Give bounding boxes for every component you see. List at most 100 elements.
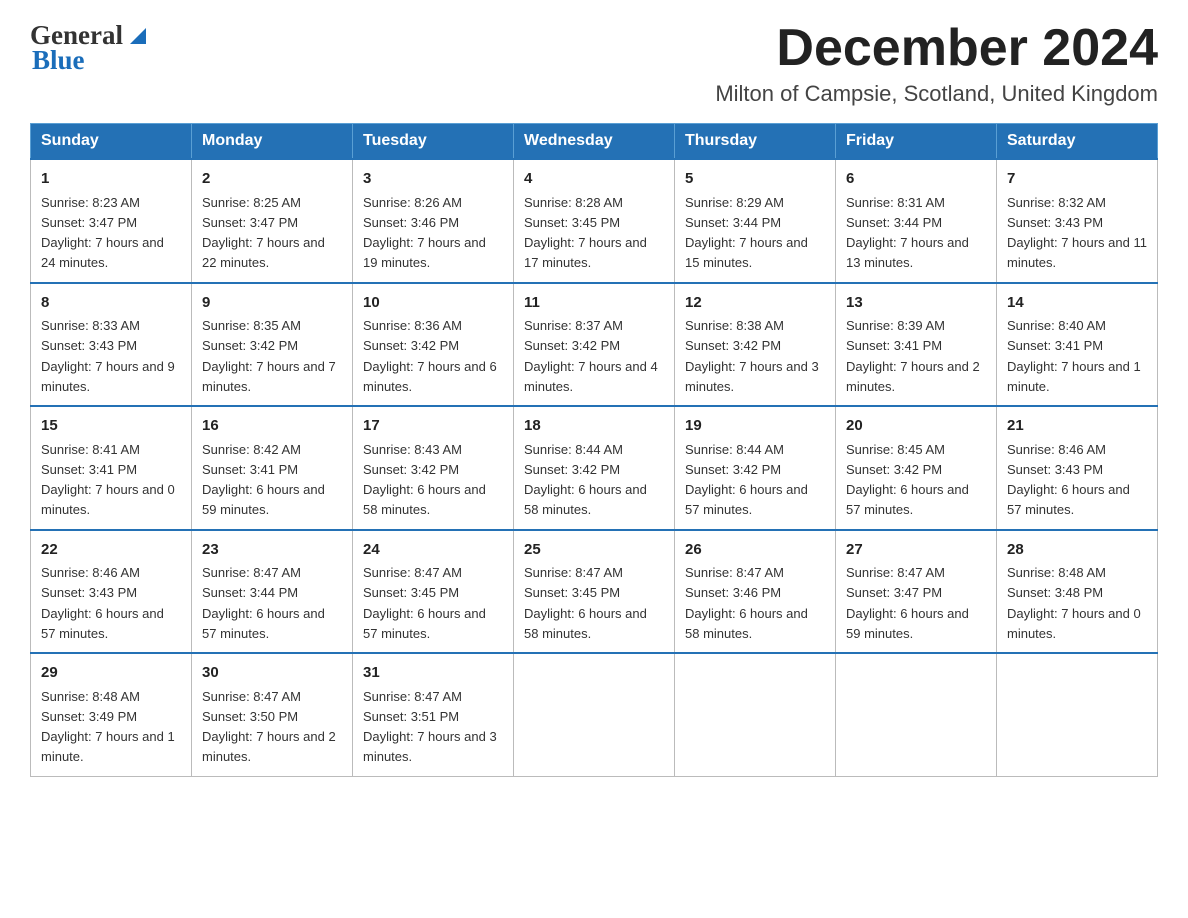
day-info: Sunrise: 8:32 AMSunset: 3:43 PMDaylight:… (1007, 195, 1147, 271)
calendar-week-row: 15 Sunrise: 8:41 AMSunset: 3:41 PMDaylig… (31, 406, 1158, 530)
day-info: Sunrise: 8:35 AMSunset: 3:42 PMDaylight:… (202, 318, 336, 394)
day-info: Sunrise: 8:47 AMSunset: 3:47 PMDaylight:… (846, 565, 969, 641)
day-info: Sunrise: 8:47 AMSunset: 3:50 PMDaylight:… (202, 689, 336, 765)
calendar-week-row: 1 Sunrise: 8:23 AMSunset: 3:47 PMDayligh… (31, 159, 1158, 283)
logo-triangle-icon (125, 22, 151, 48)
table-row: 23 Sunrise: 8:47 AMSunset: 3:44 PMDaylig… (192, 530, 353, 654)
day-info: Sunrise: 8:45 AMSunset: 3:42 PMDaylight:… (846, 442, 969, 518)
day-info: Sunrise: 8:31 AMSunset: 3:44 PMDaylight:… (846, 195, 969, 271)
day-number: 28 (1007, 539, 1147, 562)
month-title: December 2024 (715, 20, 1158, 77)
day-info: Sunrise: 8:29 AMSunset: 3:44 PMDaylight:… (685, 195, 808, 271)
day-info: Sunrise: 8:46 AMSunset: 3:43 PMDaylight:… (1007, 442, 1130, 518)
table-row: 16 Sunrise: 8:42 AMSunset: 3:41 PMDaylig… (192, 406, 353, 530)
day-number: 10 (363, 292, 503, 315)
table-row: 3 Sunrise: 8:26 AMSunset: 3:46 PMDayligh… (353, 159, 514, 283)
calendar-table: Sunday Monday Tuesday Wednesday Thursday… (30, 123, 1158, 777)
day-number: 9 (202, 292, 342, 315)
table-row: 26 Sunrise: 8:47 AMSunset: 3:46 PMDaylig… (675, 530, 836, 654)
day-info: Sunrise: 8:47 AMSunset: 3:51 PMDaylight:… (363, 689, 497, 765)
logo: General Blue (30, 20, 151, 76)
day-number: 1 (41, 168, 181, 191)
table-row: 20 Sunrise: 8:45 AMSunset: 3:42 PMDaylig… (836, 406, 997, 530)
calendar-title-area: December 2024 Milton of Campsie, Scotlan… (715, 20, 1158, 107)
col-thursday: Thursday (675, 124, 836, 160)
table-row: 27 Sunrise: 8:47 AMSunset: 3:47 PMDaylig… (836, 530, 997, 654)
table-row: 1 Sunrise: 8:23 AMSunset: 3:47 PMDayligh… (31, 159, 192, 283)
day-number: 11 (524, 292, 664, 315)
day-info: Sunrise: 8:44 AMSunset: 3:42 PMDaylight:… (685, 442, 808, 518)
table-row: 22 Sunrise: 8:46 AMSunset: 3:43 PMDaylig… (31, 530, 192, 654)
day-number: 27 (846, 539, 986, 562)
day-number: 30 (202, 662, 342, 685)
day-info: Sunrise: 8:48 AMSunset: 3:48 PMDaylight:… (1007, 565, 1141, 641)
day-number: 7 (1007, 168, 1147, 191)
day-number: 13 (846, 292, 986, 315)
col-sunday: Sunday (31, 124, 192, 160)
day-number: 6 (846, 168, 986, 191)
day-number: 21 (1007, 415, 1147, 438)
table-row: 24 Sunrise: 8:47 AMSunset: 3:45 PMDaylig… (353, 530, 514, 654)
table-row: 9 Sunrise: 8:35 AMSunset: 3:42 PMDayligh… (192, 283, 353, 407)
day-number: 16 (202, 415, 342, 438)
day-number: 19 (685, 415, 825, 438)
day-number: 8 (41, 292, 181, 315)
table-row: 17 Sunrise: 8:43 AMSunset: 3:42 PMDaylig… (353, 406, 514, 530)
col-wednesday: Wednesday (514, 124, 675, 160)
day-info: Sunrise: 8:43 AMSunset: 3:42 PMDaylight:… (363, 442, 486, 518)
table-row: 28 Sunrise: 8:48 AMSunset: 3:48 PMDaylig… (997, 530, 1158, 654)
day-number: 17 (363, 415, 503, 438)
table-row: 4 Sunrise: 8:28 AMSunset: 3:45 PMDayligh… (514, 159, 675, 283)
day-number: 4 (524, 168, 664, 191)
day-info: Sunrise: 8:47 AMSunset: 3:45 PMDaylight:… (524, 565, 647, 641)
table-row: 19 Sunrise: 8:44 AMSunset: 3:42 PMDaylig… (675, 406, 836, 530)
day-info: Sunrise: 8:44 AMSunset: 3:42 PMDaylight:… (524, 442, 647, 518)
day-number: 24 (363, 539, 503, 562)
table-row: 10 Sunrise: 8:36 AMSunset: 3:42 PMDaylig… (353, 283, 514, 407)
col-monday: Monday (192, 124, 353, 160)
day-info: Sunrise: 8:36 AMSunset: 3:42 PMDaylight:… (363, 318, 497, 394)
table-row (997, 653, 1158, 776)
table-row: 6 Sunrise: 8:31 AMSunset: 3:44 PMDayligh… (836, 159, 997, 283)
day-info: Sunrise: 8:38 AMSunset: 3:42 PMDaylight:… (685, 318, 819, 394)
day-number: 20 (846, 415, 986, 438)
table-row: 18 Sunrise: 8:44 AMSunset: 3:42 PMDaylig… (514, 406, 675, 530)
table-row: 11 Sunrise: 8:37 AMSunset: 3:42 PMDaylig… (514, 283, 675, 407)
day-info: Sunrise: 8:39 AMSunset: 3:41 PMDaylight:… (846, 318, 980, 394)
logo-blue-text: Blue (30, 45, 85, 76)
day-number: 25 (524, 539, 664, 562)
day-info: Sunrise: 8:37 AMSunset: 3:42 PMDaylight:… (524, 318, 658, 394)
day-number: 2 (202, 168, 342, 191)
day-number: 31 (363, 662, 503, 685)
day-number: 22 (41, 539, 181, 562)
table-row: 13 Sunrise: 8:39 AMSunset: 3:41 PMDaylig… (836, 283, 997, 407)
table-row: 29 Sunrise: 8:48 AMSunset: 3:49 PMDaylig… (31, 653, 192, 776)
table-row: 21 Sunrise: 8:46 AMSunset: 3:43 PMDaylig… (997, 406, 1158, 530)
day-number: 23 (202, 539, 342, 562)
day-info: Sunrise: 8:33 AMSunset: 3:43 PMDaylight:… (41, 318, 175, 394)
day-info: Sunrise: 8:28 AMSunset: 3:45 PMDaylight:… (524, 195, 647, 271)
table-row: 15 Sunrise: 8:41 AMSunset: 3:41 PMDaylig… (31, 406, 192, 530)
day-info: Sunrise: 8:25 AMSunset: 3:47 PMDaylight:… (202, 195, 325, 271)
calendar-week-row: 29 Sunrise: 8:48 AMSunset: 3:49 PMDaylig… (31, 653, 1158, 776)
day-number: 15 (41, 415, 181, 438)
day-info: Sunrise: 8:42 AMSunset: 3:41 PMDaylight:… (202, 442, 325, 518)
day-info: Sunrise: 8:46 AMSunset: 3:43 PMDaylight:… (41, 565, 164, 641)
day-info: Sunrise: 8:47 AMSunset: 3:44 PMDaylight:… (202, 565, 325, 641)
table-row: 12 Sunrise: 8:38 AMSunset: 3:42 PMDaylig… (675, 283, 836, 407)
day-info: Sunrise: 8:47 AMSunset: 3:46 PMDaylight:… (685, 565, 808, 641)
table-row: 2 Sunrise: 8:25 AMSunset: 3:47 PMDayligh… (192, 159, 353, 283)
location-subtitle: Milton of Campsie, Scotland, United King… (715, 81, 1158, 107)
table-row: 14 Sunrise: 8:40 AMSunset: 3:41 PMDaylig… (997, 283, 1158, 407)
day-number: 26 (685, 539, 825, 562)
table-row: 5 Sunrise: 8:29 AMSunset: 3:44 PMDayligh… (675, 159, 836, 283)
day-number: 18 (524, 415, 664, 438)
table-row: 31 Sunrise: 8:47 AMSunset: 3:51 PMDaylig… (353, 653, 514, 776)
day-info: Sunrise: 8:41 AMSunset: 3:41 PMDaylight:… (41, 442, 175, 518)
day-number: 12 (685, 292, 825, 315)
table-row: 30 Sunrise: 8:47 AMSunset: 3:50 PMDaylig… (192, 653, 353, 776)
page-header: General Blue December 2024 Milton of Cam… (30, 20, 1158, 107)
col-tuesday: Tuesday (353, 124, 514, 160)
table-row (836, 653, 997, 776)
day-number: 3 (363, 168, 503, 191)
